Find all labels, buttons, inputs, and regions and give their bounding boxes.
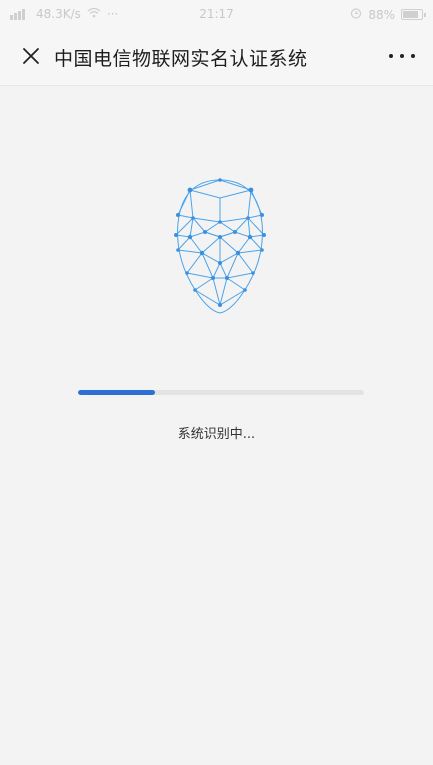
face-scan-icon <box>174 178 266 314</box>
more-icon-dot <box>389 54 393 58</box>
more-icon-dot <box>411 54 415 58</box>
progress-fill <box>78 390 156 395</box>
close-icon <box>23 48 39 64</box>
status-right: 88% <box>350 7 426 22</box>
more-icon-dot <box>400 54 404 58</box>
battery-percent: 88% <box>368 7 395 22</box>
close-button[interactable] <box>18 43 44 69</box>
recognition-progress-bar <box>78 390 364 395</box>
alarm-icon <box>350 7 362 22</box>
navigation-bar: 中国电信物联网实名认证系统 <box>0 28 433 86</box>
more-button[interactable] <box>389 48 415 64</box>
recognition-status-text: 系统识别中... <box>177 427 256 442</box>
page-title: 中国电信物联网实名认证系统 <box>54 48 308 70</box>
battery-icon <box>401 9 426 20</box>
status-bar: 48.3K/s ··· 21:17 88% <box>0 0 433 28</box>
